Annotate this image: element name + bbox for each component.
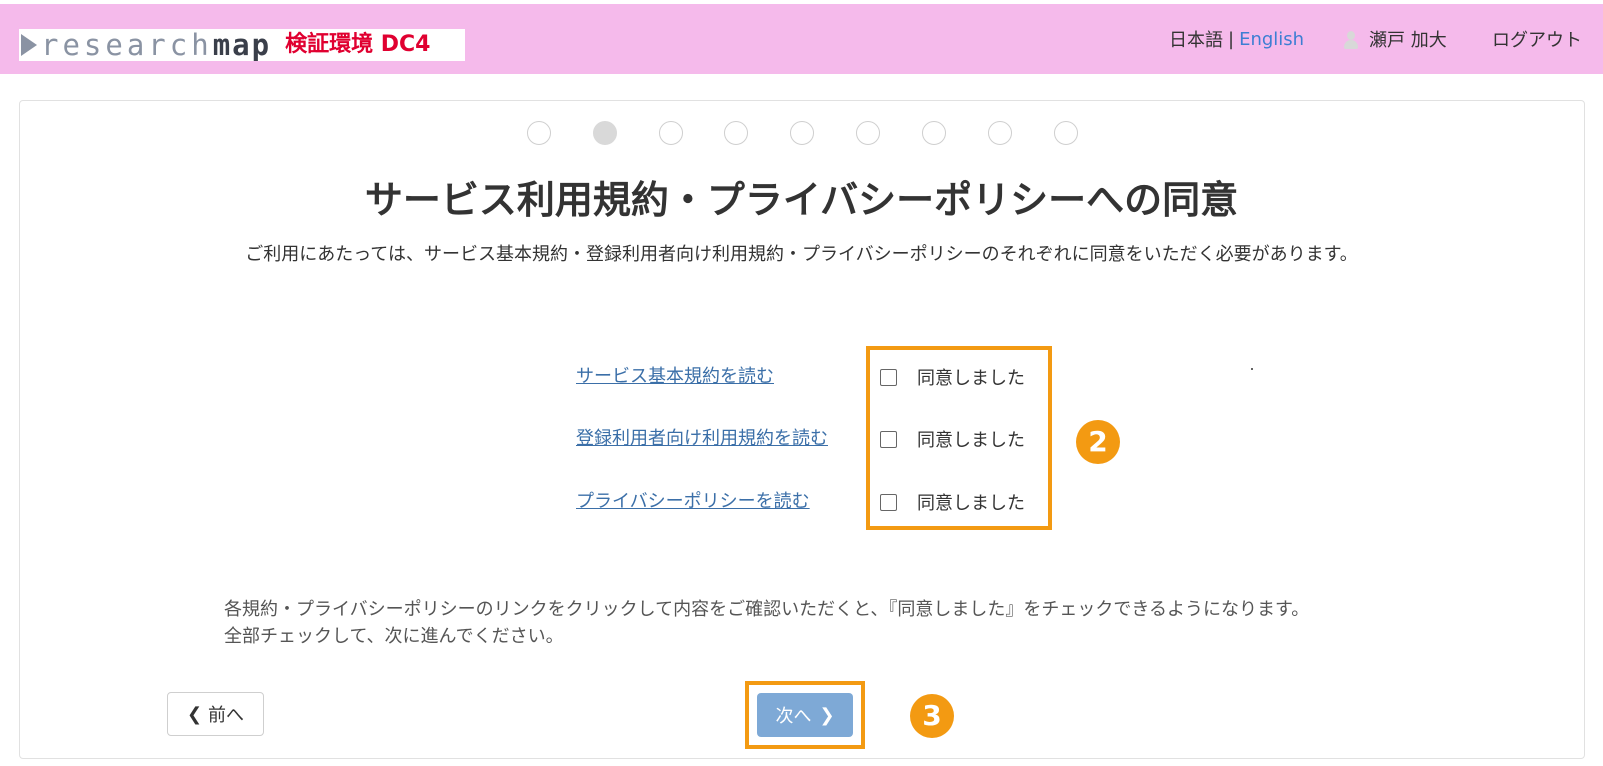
user-menu[interactable]: 瀬戸 加大 xyxy=(1343,26,1447,52)
logo-text-map: map xyxy=(212,28,272,62)
lang-separator: | xyxy=(1228,28,1235,50)
prev-button[interactable]: ❮ 前へ xyxy=(167,692,264,736)
step-badge-2: 2 xyxy=(1076,420,1120,464)
step-dot-4 xyxy=(724,121,748,145)
instruction-notice: 各規約・プライバシーポリシーのリンクをクリックして内容をご確認いただくと、『同意… xyxy=(224,596,1309,650)
highlight-box-checkboxes xyxy=(866,346,1052,530)
logout-link[interactable]: ログアウト xyxy=(1492,26,1582,52)
user-name: 瀬戸 加大 xyxy=(1369,30,1447,51)
step-dot-1 xyxy=(527,121,551,145)
chevron-right-icon: ❯ xyxy=(819,704,835,726)
step-indicator xyxy=(0,121,1603,149)
step-dot-7 xyxy=(922,121,946,145)
chevron-left-icon: ❮ xyxy=(186,703,203,725)
page-subtitle: ご利用にあたっては、サービス基本規約・登録利用者向け利用規約・プライバシーポリシ… xyxy=(245,244,1358,265)
header-bar: research map 検証環境 DC4 日本語 | English 瀬戸 加… xyxy=(0,4,1603,74)
step-dot-2-current xyxy=(593,121,617,145)
lang-japanese[interactable]: 日本語 xyxy=(1169,26,1223,52)
read-privacy-policy-link[interactable]: プライバシーポリシーを読む xyxy=(576,487,810,513)
next-button-label: 次へ xyxy=(775,706,812,727)
researchmap-logo[interactable]: research map 検証環境 DC4 xyxy=(19,29,465,61)
user-icon xyxy=(1343,30,1359,49)
step-dot-8 xyxy=(988,121,1012,145)
notice-line-2: 全部チェックして、次に進んでください。 xyxy=(224,626,564,647)
lang-english-link[interactable]: English xyxy=(1239,29,1304,50)
next-button[interactable]: 次へ ❯ xyxy=(757,693,853,737)
read-user-terms-link[interactable]: 登録利用者向け利用規約を読む xyxy=(576,424,828,450)
step-dot-5 xyxy=(790,121,814,145)
step-dot-9 xyxy=(1054,121,1078,145)
step-badge-3: 3 xyxy=(910,694,954,738)
notice-line-1: 各規約・プライバシーポリシーのリンクをクリックして内容をご確認いただくと、『同意… xyxy=(224,599,1310,620)
prev-button-label: 前へ xyxy=(208,705,245,726)
language-switcher: 日本語 | English xyxy=(1169,26,1304,52)
logo-text-research: research xyxy=(41,28,213,62)
play-icon xyxy=(21,34,37,56)
step-dot-6 xyxy=(856,121,880,145)
page-title: サービス利用規約・プライバシーポリシーへの同意 xyxy=(364,178,1239,222)
step-dot-3 xyxy=(659,121,683,145)
environment-label: 検証環境 DC4 xyxy=(285,32,431,57)
read-service-terms-link[interactable]: サービス基本規約を読む xyxy=(576,362,774,388)
stray-dot xyxy=(1251,368,1253,370)
